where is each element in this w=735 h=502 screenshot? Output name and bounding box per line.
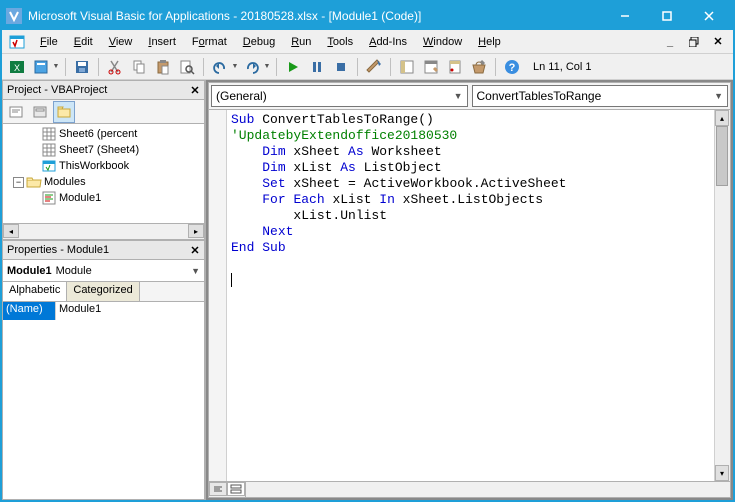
property-name-cell: (Name)	[3, 302, 55, 320]
full-module-view-button[interactable]	[227, 482, 245, 496]
project-explorer-icon[interactable]	[396, 56, 418, 78]
properties-object-type: Module	[56, 265, 92, 277]
save-icon[interactable]	[71, 56, 93, 78]
code-vscrollbar[interactable]: ▴ ▾	[714, 110, 730, 481]
maximize-button[interactable]	[647, 4, 687, 28]
minimize-button[interactable]	[605, 4, 645, 28]
app-icon	[6, 8, 22, 24]
procedure-view-button[interactable]	[209, 482, 227, 496]
menu-file[interactable]: File	[32, 33, 66, 51]
procedure-combo[interactable]: ConvertTablesToRange ▼	[472, 85, 729, 107]
view-excel-icon[interactable]: X	[6, 56, 28, 78]
redo-dropdown[interactable]: ▼	[263, 63, 271, 70]
tree-item-sheet6[interactable]: Sheet6 (percent	[59, 128, 137, 140]
worksheet-icon	[41, 127, 57, 141]
tree-item-module1[interactable]: Module1	[59, 192, 101, 204]
tree-item-sheet7[interactable]: Sheet7 (Sheet4)	[59, 144, 139, 156]
help-icon[interactable]: ?	[501, 56, 523, 78]
titlebar: Microsoft Visual Basic for Applications …	[2, 2, 733, 30]
cursor-position-label: Ln 11, Col 1	[533, 61, 592, 73]
project-hscrollbar[interactable]: ◂ ▸	[2, 224, 205, 240]
copy-icon[interactable]	[128, 56, 150, 78]
svg-text:X: X	[14, 63, 20, 73]
menu-insert[interactable]: Insert	[140, 33, 184, 51]
property-row[interactable]: (Name) Module1	[3, 302, 204, 320]
svg-text:?: ?	[509, 62, 516, 74]
project-panel-close-button[interactable]: ✕	[186, 81, 204, 99]
worksheet-icon	[41, 143, 57, 157]
properties-object-name: Module1	[7, 265, 52, 277]
tab-alphabetic[interactable]: Alphabetic	[3, 282, 67, 301]
toggle-folders-icon[interactable]	[53, 101, 75, 123]
reset-icon[interactable]	[330, 56, 352, 78]
insert-object-dropdown[interactable]: ▼	[52, 63, 60, 70]
property-value-cell[interactable]: Module1	[55, 302, 204, 320]
paste-icon[interactable]	[152, 56, 174, 78]
workbook-icon	[41, 159, 57, 173]
chevron-down-icon: ▼	[191, 266, 200, 276]
folder-open-icon	[26, 175, 42, 189]
design-mode-icon[interactable]	[363, 56, 385, 78]
undo-dropdown[interactable]: ▼	[231, 63, 239, 70]
menu-format[interactable]: Format	[184, 33, 235, 51]
run-icon[interactable]	[282, 56, 304, 78]
properties-panel-title: Properties - Module1	[7, 244, 109, 256]
insert-object-icon[interactable]	[30, 56, 52, 78]
tree-item-thisworkbook[interactable]: ThisWorkbook	[59, 160, 129, 172]
tab-categorized[interactable]: Categorized	[67, 282, 139, 301]
menu-edit[interactable]: Edit	[66, 33, 101, 51]
chevron-down-icon: ▼	[714, 91, 723, 101]
mdi-close-button[interactable]: ✕	[711, 35, 725, 49]
undo-icon[interactable]	[209, 56, 231, 78]
object-browser-icon[interactable]	[444, 56, 466, 78]
toolbox-icon[interactable]	[468, 56, 490, 78]
close-button[interactable]	[689, 4, 729, 28]
menu-run[interactable]: Run	[283, 33, 319, 51]
menu-view[interactable]: View	[101, 33, 141, 51]
menu-help[interactable]: Help	[470, 33, 509, 51]
chevron-down-icon: ▼	[454, 91, 463, 101]
module-icon	[41, 191, 57, 205]
code-editor[interactable]: Sub ConvertTablesToRange() 'UpdatebyExte…	[227, 110, 714, 481]
procedure-combo-value: ConvertTablesToRange	[477, 89, 602, 103]
properties-object-combo[interactable]: Module1 Module ▼	[2, 260, 205, 282]
menu-window[interactable]: Window	[415, 33, 470, 51]
vba-module-icon	[8, 33, 26, 51]
properties-window-icon[interactable]	[420, 56, 442, 78]
cut-icon[interactable]	[104, 56, 126, 78]
menu-addins[interactable]: Add-Ins	[361, 33, 415, 51]
properties-panel-close-button[interactable]: ✕	[186, 241, 204, 259]
code-hscrollbar[interactable]	[245, 482, 730, 497]
standard-toolbar: X ▼ ▼ ▼ ? Ln 11, Col 1	[2, 54, 733, 80]
menu-tools[interactable]: Tools	[319, 33, 361, 51]
code-margin	[209, 110, 227, 481]
find-icon[interactable]	[176, 56, 198, 78]
mdi-restore-button[interactable]	[687, 35, 701, 49]
project-panel-header: Project - VBAProject ✕	[2, 80, 205, 100]
mdi-minimize-button[interactable]: _	[663, 35, 677, 49]
view-code-icon[interactable]	[5, 101, 27, 123]
menubar: File Edit View Insert Format Debug Run T…	[2, 30, 733, 54]
object-combo[interactable]: (General) ▼	[211, 85, 468, 107]
project-panel-title: Project - VBAProject	[7, 84, 107, 96]
tree-item-modules[interactable]: Modules	[44, 176, 86, 188]
object-combo-value: (General)	[216, 89, 267, 103]
menu-debug[interactable]: Debug	[235, 33, 283, 51]
break-icon[interactable]	[306, 56, 328, 78]
properties-panel-header: Properties - Module1 ✕	[2, 240, 205, 260]
window-title: Microsoft Visual Basic for Applications …	[28, 9, 605, 23]
collapse-modules-button[interactable]: −	[13, 177, 24, 188]
redo-icon[interactable]	[241, 56, 263, 78]
view-object-icon[interactable]	[29, 101, 51, 123]
